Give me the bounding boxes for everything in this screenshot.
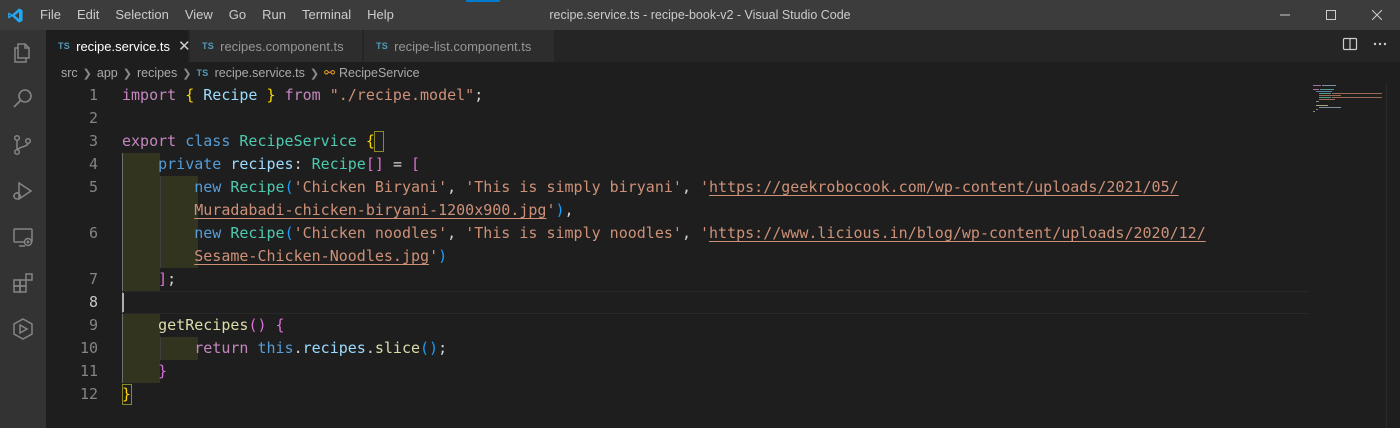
code-line-12: } [122,385,132,403]
window-controls [1262,0,1400,30]
explorer-icon[interactable] [0,30,46,76]
more-actions-icon[interactable] [1372,36,1388,57]
line-number: 9 [88,316,98,334]
line-number: 4 [88,155,98,173]
code-line-10: return this.recipes.slice(); [194,339,448,357]
split-editor-icon[interactable] [1342,36,1358,57]
breadcrumb-symbol[interactable]: ⚯ RecipeService [324,65,420,81]
menu-run[interactable]: Run [254,0,294,30]
code-line-11: } [158,362,168,380]
tab-recipe-service[interactable]: TS recipe.service.ts ✕ [46,30,191,62]
line-number: 11 [79,362,98,380]
line-number: 10 [79,339,98,357]
tab-label: recipe.service.ts [76,38,171,54]
extensions-icon[interactable] [0,260,46,306]
code-line-6: new Recipe('Chicken noodles', 'This is s… [194,224,1206,242]
remote-explorer-icon[interactable] [0,214,46,260]
line-number: 3 [88,132,98,150]
menu-file[interactable]: File [30,0,69,30]
line-number-current: 8 [88,293,98,311]
minimize-button[interactable] [1262,0,1308,30]
breadcrumb-recipes[interactable]: recipes [137,66,177,80]
code-line-7: ]; [158,270,177,288]
tab-label: recipes.component.ts [220,38,344,54]
chevron-right-icon: ❯ [182,67,192,80]
chevron-right-icon: ❯ [122,67,132,80]
bracket-match-highlight [374,131,384,152]
breadcrumb-file-label: recipe.service.ts [214,66,305,80]
tab-label: recipe-list.component.ts [394,38,532,54]
class-symbol-icon: ⚯ [324,65,336,80]
menu-terminal[interactable]: Terminal [294,0,359,30]
typescript-file-icon: TS [202,41,215,51]
breadcrumb-file[interactable]: TS recipe.service.ts [196,66,304,80]
title-accent-bar [466,0,500,2]
typescript-file-icon: TS [196,68,209,78]
chevron-right-icon: ❯ [309,67,320,80]
menu-selection[interactable]: Selection [107,0,176,30]
title-bar: File Edit Selection View Go Run Terminal… [0,0,1400,30]
link-url[interactable]: https://www.licious.in/blog/wp-content/u… [709,224,1206,242]
menu-bar: File Edit Selection View Go Run Terminal… [30,0,402,30]
link-url[interactable]: Sesame-Chicken-Noodles.jpg [194,247,429,265]
code-line-4: private recipes: Recipe[] = [ [158,155,421,173]
search-icon[interactable] [0,76,46,122]
minimap[interactable] [1308,84,1388,428]
chevron-right-icon: ❯ [82,67,92,80]
menu-view[interactable]: View [177,0,221,30]
activity-bar [0,30,46,428]
breadcrumb: src ❯ app ❯ recipes ❯ TS recipe.service.… [46,62,1400,84]
link-url[interactable]: https://geekrobocook.com/wp-content/uplo… [709,178,1179,196]
line-number: 12 [79,385,98,403]
link-url[interactable]: Muradabadi-chicken-biryani-1200x900.jpg [194,201,546,219]
close-tab-icon[interactable]: ✕ [178,37,191,55]
maximize-button[interactable] [1308,0,1354,30]
breadcrumb-src[interactable]: src [61,66,78,80]
vertical-scrollbar[interactable] [1386,84,1400,428]
menu-help[interactable]: Help [359,0,402,30]
close-window-button[interactable] [1354,0,1400,30]
code-line-9: getRecipes() { [158,316,285,334]
menu-edit[interactable]: Edit [69,0,107,30]
tab-recipe-list-component[interactable]: TS recipe-list.component.ts [364,30,554,62]
code-line-5-wrap: Muradabadi-chicken-biryani-1200x900.jpg'… [194,201,574,219]
breadcrumb-symbol-label: RecipeService [339,66,420,80]
tab-bar: TS recipe.service.ts ✕ TS recipes.compon… [46,30,1400,62]
line-number: 2 [88,109,98,127]
typescript-file-icon: TS [376,41,389,51]
angular-icon[interactable] [0,306,46,352]
breadcrumb-app[interactable]: app [97,66,118,80]
code-line-5: new Recipe('Chicken Biryani', 'This is s… [194,178,1179,196]
line-number: 1 [88,86,98,104]
source-control-icon[interactable] [0,122,46,168]
current-line-highlight [122,291,1308,314]
line-number: 7 [88,270,98,288]
code-editor[interactable]: 1 2 3 4 5 6 7 8 9 10 11 12 import { Reci… [46,84,1400,428]
menu-go[interactable]: Go [221,0,254,30]
tab-recipes-component[interactable]: TS recipes.component.ts [190,30,362,62]
line-number: 5 [88,178,98,196]
code-line-6-wrap: Sesame-Chicken-Noodles.jpg') [194,247,448,265]
text-cursor [122,293,124,312]
editor-actions [1342,30,1388,62]
run-debug-icon[interactable] [0,168,46,214]
vscode-logo-icon [0,0,30,30]
line-number: 6 [88,224,98,242]
typescript-file-icon: TS [58,41,71,51]
code-line-3: export class RecipeService { [122,132,375,150]
code-line-1: import { Recipe } from "./recipe.model"; [122,86,484,104]
